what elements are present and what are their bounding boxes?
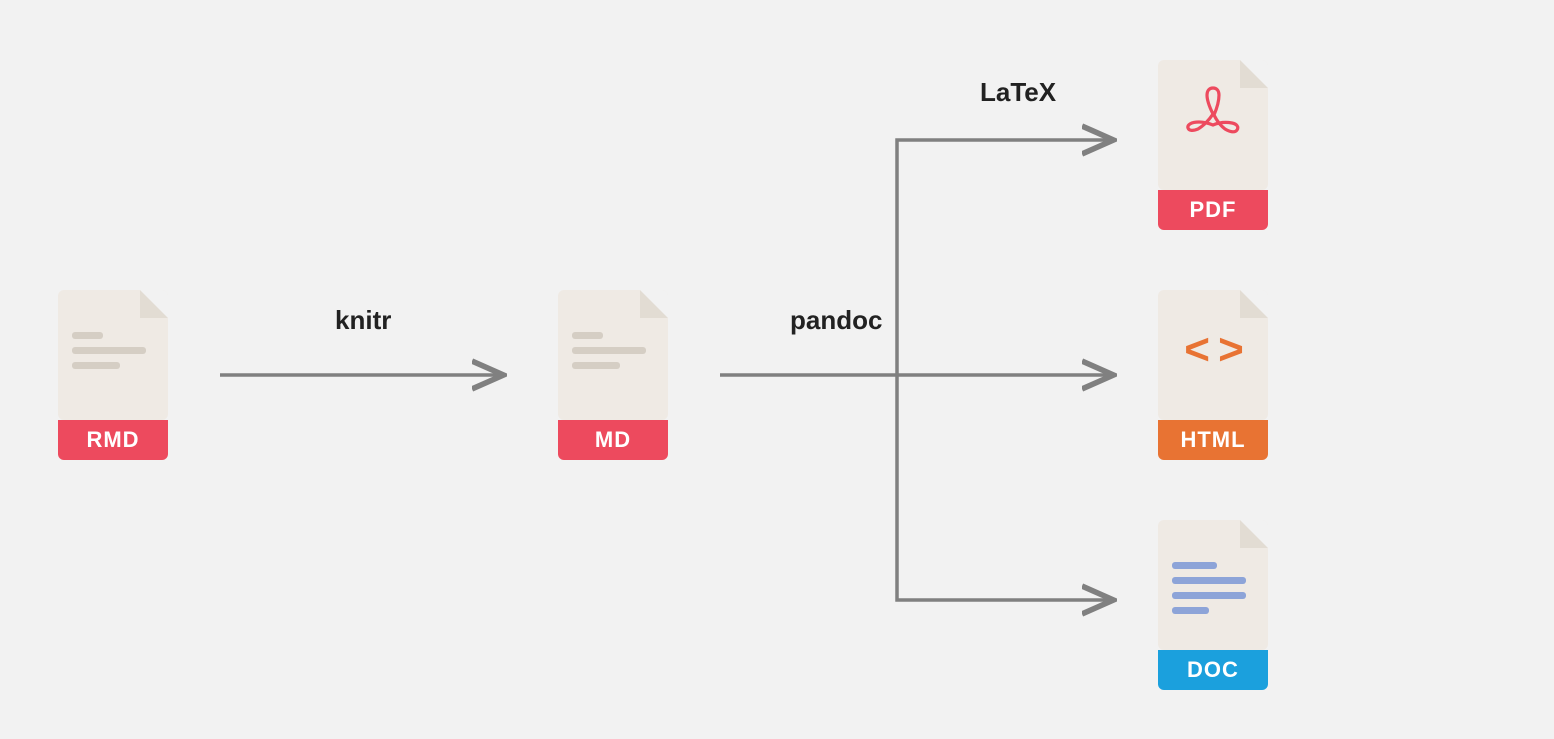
rmd-file-label: RMD — [58, 420, 168, 460]
html-angle-icon: < > — [1184, 325, 1242, 375]
arrow-pandoc-pdf — [897, 140, 1110, 375]
pdf-file-label: PDF — [1158, 190, 1268, 230]
html-file-icon: < > HTML — [1158, 290, 1268, 460]
html-file-label: HTML — [1158, 420, 1268, 460]
pdf-file-icon: PDF — [1158, 60, 1268, 230]
arrow-pandoc-doc — [897, 375, 1110, 600]
flow-arrows — [0, 0, 1554, 739]
doc-file-label: DOC — [1158, 650, 1268, 690]
latex-label: LaTeX — [980, 77, 1056, 108]
rmd-file-icon: RMD — [58, 290, 168, 460]
knitr-label: knitr — [335, 305, 391, 336]
doc-file-icon: DOC — [1158, 520, 1268, 690]
pdf-acrobat-icon — [1183, 82, 1243, 142]
md-file-label: MD — [558, 420, 668, 460]
md-file-icon: MD — [558, 290, 668, 460]
pandoc-label: pandoc — [790, 305, 882, 336]
